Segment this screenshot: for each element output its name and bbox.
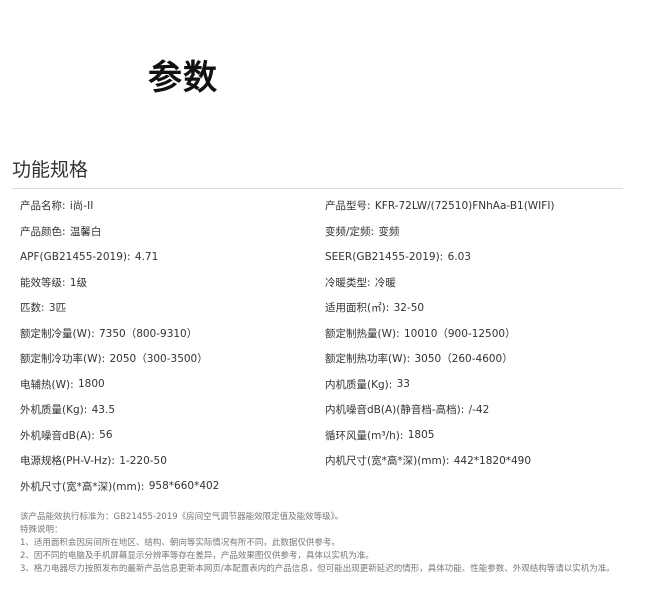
spec-power-supply: 电源规格(PH-V-Hz): 1-220-50 bbox=[20, 448, 325, 474]
spec-label: 产品颜色: bbox=[20, 225, 66, 238]
footnote-item: 3、格力电器尽力按照发布的最新产品信息更新本网页/本配置表内的产品信息，但可能出… bbox=[20, 564, 615, 574]
spec-apf: APF(GB21455-2019): 4.71 bbox=[20, 244, 325, 270]
section-title: 功能规格 bbox=[12, 159, 89, 181]
spec-label: 电辅热(W): bbox=[20, 378, 74, 391]
spec-heating-capacity: 额定制热量(W): 10010（900-12500） bbox=[325, 321, 620, 347]
spec-indoor-dimensions: 内机尺寸(宽*高*深)(mm): 442*1820*490 bbox=[325, 448, 620, 474]
spec-inverter-type: 变频/定频: 变频 bbox=[325, 219, 620, 245]
spec-value: 3匹 bbox=[48, 302, 67, 315]
spec-heating-power: 额定制热功率(W): 3050（260-4600） bbox=[325, 346, 620, 372]
spec-cooling-capacity: 额定制冷量(W): 7350（800-9310） bbox=[20, 321, 325, 347]
spec-airflow: 循环风量(m³/h): 1805 bbox=[325, 423, 620, 449]
spec-outdoor-dimensions: 外机尺寸(宽*高*深)(mm): 958*660*402 bbox=[20, 474, 325, 500]
spec-value: 4.71 bbox=[134, 250, 159, 263]
spec-label: 产品名称: bbox=[20, 200, 66, 213]
footnotes: 该产品能效执行标准为：GB21455-2019《房间空气调节器能效限定值及能效等… bbox=[20, 511, 620, 576]
spec-applicable-area: 适用面积(㎡): 32-50 bbox=[325, 295, 620, 321]
spec-outdoor-weight: 外机质量(Kg): 43.5 bbox=[20, 397, 325, 423]
spec-value: 1-220-50 bbox=[119, 454, 167, 467]
spec-product-color: 产品颜色: 温馨白 bbox=[20, 219, 325, 245]
spec-product-model: 产品型号: KFR-72LW/(72510)FNhAa-B1(WIFI) bbox=[325, 193, 620, 219]
spec-label: 变频/定频: bbox=[325, 225, 375, 238]
spec-label: 外机尺寸(宽*高*深)(mm): bbox=[20, 480, 145, 493]
spec-value: 1805 bbox=[407, 429, 435, 442]
spec-indoor-noise: 内机噪音dB(A)(静音档-高档): /-42 bbox=[325, 397, 620, 423]
spec-value: 442*1820*490 bbox=[453, 454, 532, 467]
spec-label: 内机尺寸(宽*高*深)(mm): bbox=[325, 455, 450, 468]
spec-value: 56 bbox=[99, 429, 113, 442]
spec-cooling-power: 额定制冷功率(W): 2050（300-3500） bbox=[20, 346, 325, 372]
spec-product-name: 产品名称: i尚-II bbox=[20, 193, 325, 219]
spec-value: 2050（300-3500） bbox=[109, 353, 208, 366]
spec-indoor-weight: 内机质量(Kg): 33 bbox=[325, 372, 620, 398]
spec-value: 10010（900-12500） bbox=[403, 327, 516, 340]
spec-label: 冷暖类型: bbox=[325, 276, 371, 289]
spec-label: 适用面积(㎡): bbox=[325, 302, 390, 315]
spec-value: 3050（260-4600） bbox=[414, 353, 513, 366]
footnote-item: 2、因不同的电脑及手机屏幕显示分辨率等存在差异，产品效果图仅供参考，具体以实机为… bbox=[20, 551, 374, 561]
spec-value: 7350（800-9310） bbox=[98, 327, 198, 340]
spec-seer: SEER(GB21455-2019): 6.03 bbox=[325, 244, 620, 270]
footnote-item: 1、适用面积会因房间所在地区、结构、朝向等实际情况有所不同，此数据仅供参考。 bbox=[20, 538, 340, 548]
divider bbox=[12, 188, 623, 189]
spec-value: 变频 bbox=[378, 225, 400, 238]
spec-heating-type: 冷暖类型: 冷暖 bbox=[325, 270, 620, 296]
spec-label: 内机质量(Kg): bbox=[325, 378, 393, 391]
page-title: 参数 bbox=[148, 58, 218, 98]
footnote-standard: 该产品能效执行标准为：GB21455-2019《房间空气调节器能效限定值及能效等… bbox=[20, 512, 344, 522]
spec-energy-grade: 能效等级: 1级 bbox=[20, 270, 325, 296]
spec-label: 额定制热功率(W): bbox=[325, 353, 411, 366]
spec-label: SEER(GB21455-2019): bbox=[325, 250, 444, 263]
spec-value: 33 bbox=[396, 378, 410, 391]
spec-value: 1级 bbox=[69, 276, 88, 289]
spec-label: 额定制热量(W): bbox=[325, 327, 400, 340]
spec-value: 43.5 bbox=[91, 403, 116, 416]
spec-value: 温馨白 bbox=[69, 225, 102, 238]
spec-label: 外机噪音dB(A): bbox=[20, 429, 95, 442]
spec-outdoor-noise: 外机噪音dB(A): 56 bbox=[20, 423, 325, 449]
spec-value: 1800 bbox=[77, 378, 105, 391]
spec-table: 产品名称: i尚-II 产品型号: KFR-72LW/(72510)FNhAa-… bbox=[20, 193, 620, 499]
footnote-heading: 特殊说明： bbox=[20, 525, 63, 535]
spec-value: 冷暖 bbox=[374, 276, 396, 289]
spec-value: 958*660*402 bbox=[148, 480, 220, 493]
spec-value: /-42 bbox=[468, 403, 490, 416]
spec-label: 匹数: bbox=[20, 302, 45, 315]
spec-label: 内机噪音dB(A)(静音档-高档): bbox=[325, 404, 465, 417]
spec-label: 产品型号: bbox=[325, 200, 371, 213]
spec-label: 电源规格(PH-V-Hz): bbox=[20, 455, 115, 468]
spec-label: 循环风量(m³/h): bbox=[325, 429, 404, 442]
spec-label: 能效等级: bbox=[20, 276, 66, 289]
spec-value: i尚-II bbox=[69, 200, 94, 213]
spec-label: APF(GB21455-2019): bbox=[20, 250, 131, 263]
spec-value: 6.03 bbox=[447, 250, 471, 263]
spec-value: 32-50 bbox=[393, 301, 425, 314]
spec-value: KFR-72LW/(72510)FNhAa-B1(WIFI) bbox=[374, 199, 555, 212]
spec-aux-heater: 电辅热(W): 1800 bbox=[20, 372, 325, 398]
spec-horsepower: 匹数: 3匹 bbox=[20, 295, 325, 321]
spec-label: 外机质量(Kg): bbox=[20, 404, 88, 417]
spec-label: 额定制冷量(W): bbox=[20, 327, 95, 340]
spec-label: 额定制冷功率(W): bbox=[20, 353, 106, 366]
